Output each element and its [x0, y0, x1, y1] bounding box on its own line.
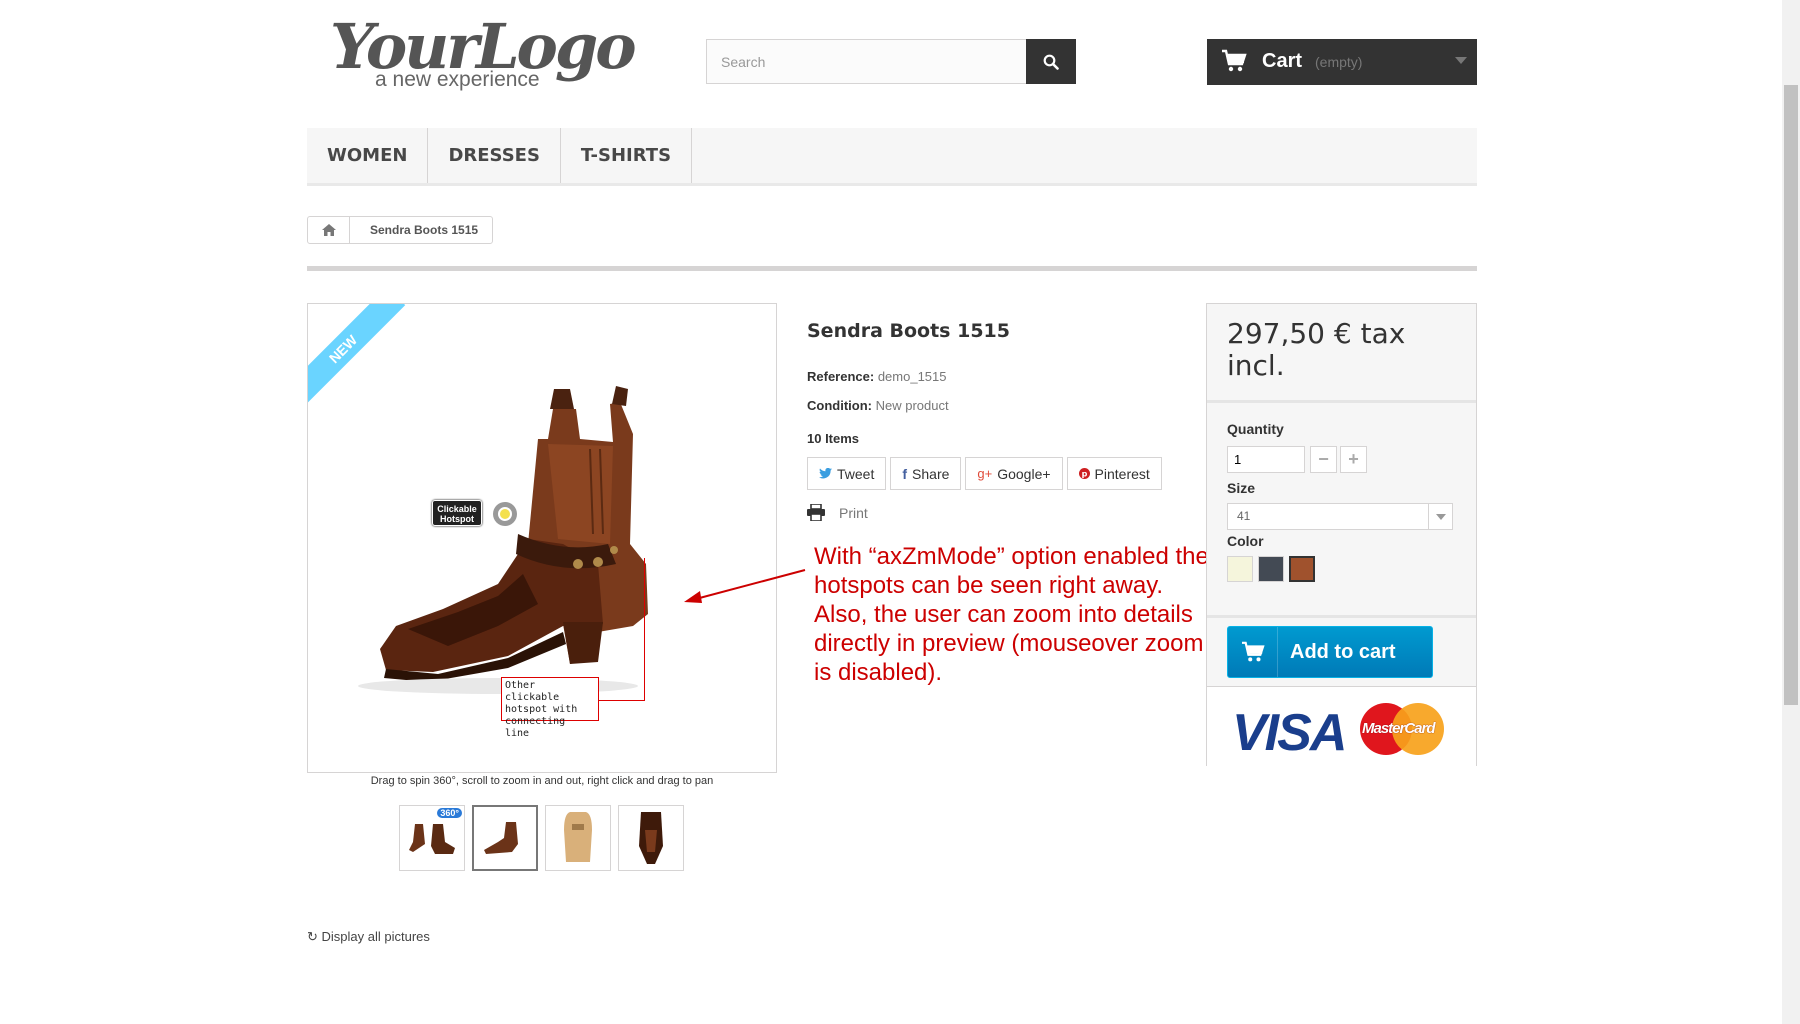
cart-icon — [1222, 49, 1247, 72]
menu-item-dresses[interactable]: DRESSES — [428, 128, 561, 183]
payment-logos: VISA MasterCard — [1207, 687, 1476, 766]
display-all-pictures-link[interactable]: ↻ Display all pictures — [307, 929, 430, 945]
boot-pair-thumbnail — [409, 824, 455, 854]
buybox-separator — [1207, 400, 1476, 403]
quantity-label: Quantity — [1227, 421, 1284, 437]
mastercard-text: MasterCard — [1362, 720, 1436, 737]
reference-value: demo_1515 — [877, 369, 947, 384]
hotspot-connecting-line — [644, 558, 645, 701]
stock-count: 10 Items — [807, 431, 860, 446]
minus-icon: − — [1318, 449, 1329, 469]
thumbnail-side-view[interactable] — [472, 805, 538, 871]
thumbnail-sole-view[interactable] — [545, 805, 611, 871]
display-all-label: Display all pictures — [321, 929, 430, 944]
site-logo[interactable]: YourLogo a new experience — [330, 10, 637, 95]
refresh-icon: ↻ — [307, 929, 318, 944]
page-divider — [307, 266, 1477, 271]
google-plus-button[interactable]: g+ Google+ — [965, 457, 1063, 490]
hotspot-connecting-line-h — [599, 700, 645, 701]
product-title: Sendra Boots 1515 — [807, 320, 1010, 342]
hotspot-marker[interactable] — [493, 502, 517, 526]
logo-tagline: a new experience — [375, 68, 540, 91]
product-image-viewer[interactable]: NEW Clickable Hotspot Other clickable ho… — [307, 303, 777, 773]
search-bar — [706, 39, 1076, 84]
hotspot-label-clickable[interactable]: Clickable Hotspot — [432, 500, 482, 526]
visa-logo: VISA — [1232, 704, 1347, 762]
facebook-icon: f — [902, 465, 908, 482]
scrollbar-thumb[interactable] — [1784, 85, 1798, 705]
tweet-label: Tweet — [837, 465, 875, 482]
search-button[interactable] — [1026, 39, 1076, 84]
quantity-increase-button[interactable]: + — [1340, 446, 1367, 473]
condition-value: New product — [875, 398, 949, 413]
menu-item-tshirts[interactable]: T-SHIRTS — [561, 128, 693, 183]
cart-icon — [1228, 627, 1278, 677]
quantity-decrease-button[interactable]: − — [1310, 446, 1337, 473]
viewer-instructions: Drag to spin 360°, scroll to zoom in and… — [370, 775, 714, 787]
size-label: Size — [1227, 480, 1256, 496]
tweet-button[interactable]: Tweet — [807, 457, 887, 490]
color-swatch-brown[interactable] — [1289, 556, 1315, 582]
pinterest-label: Pinterest — [1094, 465, 1150, 482]
color-swatch-beige[interactable] — [1227, 556, 1253, 582]
badge-360: 360° — [437, 808, 462, 818]
size-select[interactable]: 41 — [1227, 503, 1453, 530]
cart-status: (empty) — [1315, 54, 1363, 70]
breadcrumb-home[interactable] — [308, 217, 350, 243]
boot-top-thumbnail — [639, 812, 663, 864]
printer-icon — [807, 504, 825, 521]
page-scrollbar[interactable] — [1782, 0, 1800, 1024]
product-condition: Condition: New product — [807, 398, 949, 413]
thumbnail-top-view[interactable] — [618, 805, 684, 871]
buy-box: 297,50 € tax incl. Quantity − + Size 41 … — [1206, 303, 1477, 766]
print-label: Print — [839, 504, 868, 521]
main-menu: WOMEN DRESSES T-SHIRTS — [307, 128, 1477, 186]
condition-label: Condition: — [807, 398, 872, 413]
color-label: Color — [1227, 533, 1264, 549]
plus-icon: + — [1348, 449, 1359, 469]
quantity-input[interactable] — [1227, 446, 1305, 473]
thumbnail-strip: 360° — [399, 805, 684, 871]
cart-label: Cart — [1262, 50, 1303, 72]
chevron-down-icon — [1455, 57, 1467, 64]
search-input[interactable] — [707, 40, 1027, 83]
breadcrumb-current: Sendra Boots 1515 — [370, 223, 479, 237]
color-swatches — [1227, 556, 1315, 582]
product-price: 297,50 € tax incl. — [1227, 317, 1406, 382]
pinterest-icon: p — [1078, 468, 1090, 479]
buybox-separator — [1207, 615, 1476, 618]
annotation-arrow — [684, 569, 806, 603]
color-swatch-grey[interactable] — [1258, 556, 1284, 582]
google-plus-icon: g+ — [977, 466, 993, 481]
chevron-down-icon — [1428, 504, 1452, 529]
add-to-cart-label: Add to cart — [1290, 640, 1396, 663]
social-share-buttons: Tweet f Share g+ Google+ p Pinterest — [807, 457, 1162, 490]
breadcrumb: Sendra Boots 1515 — [307, 216, 494, 244]
product-reference: Reference: demo_1515 — [807, 369, 947, 384]
product-boot-image — [358, 386, 648, 694]
share-label: Share — [912, 465, 950, 482]
boot-side-thumbnail — [484, 822, 518, 854]
thumbnail-360[interactable]: 360° — [399, 805, 465, 871]
menu-item-women[interactable]: WOMEN — [307, 128, 429, 183]
hotspot-dot-icon — [498, 507, 512, 521]
pinterest-button[interactable]: p Pinterest — [1066, 457, 1162, 490]
boot-sole-thumbnail — [564, 812, 592, 862]
home-icon — [321, 224, 336, 236]
google-plus-label: Google+ — [997, 465, 1051, 482]
reference-label: Reference: — [807, 369, 875, 384]
search-icon — [1043, 54, 1059, 70]
add-to-cart-button[interactable]: Add to cart — [1227, 626, 1433, 678]
twitter-icon — [819, 468, 832, 479]
mastercard-logo: MasterCard — [1360, 703, 1444, 755]
size-value: 41 — [1237, 509, 1251, 523]
facebook-share-button[interactable]: f Share — [890, 457, 962, 490]
svg-text:p: p — [1081, 470, 1087, 479]
print-link[interactable]: Print — [807, 504, 868, 521]
cart-block[interactable]: Cart (empty) — [1207, 39, 1477, 85]
annotation-text: With “axZmMode” option enabled the hotsp… — [814, 543, 1209, 686]
hotspot-box-other[interactable]: Other clickable hotspot with connecting … — [501, 677, 599, 739]
